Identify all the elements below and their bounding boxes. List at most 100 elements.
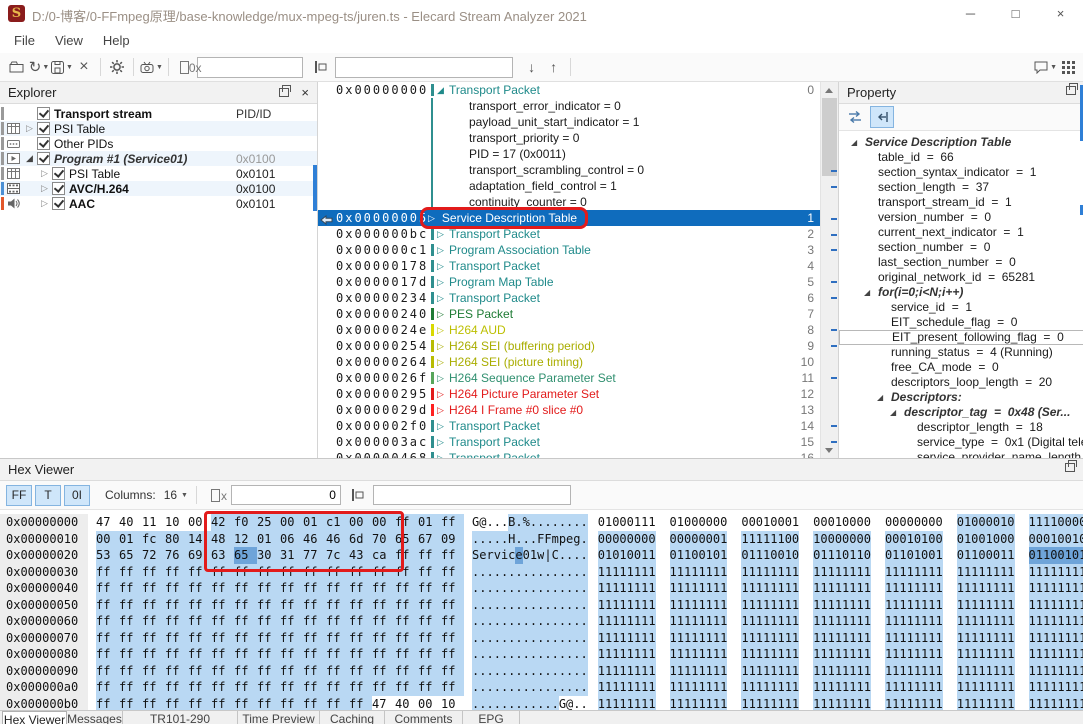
expander-collapsed-icon[interactable]: ▷ — [437, 258, 444, 274]
packet-row-transport-packet[interactable]: 0x00000468▷Transport Packet16 — [318, 450, 838, 458]
packet-row-transport-packet[interactable]: 0x00000178▷Transport Packet4 — [318, 258, 838, 274]
property-row[interactable]: transport_stream_id = 1 — [839, 195, 1083, 210]
expander-collapsed-icon[interactable]: ▷ — [437, 450, 444, 458]
grid-menu-icon[interactable] — [1057, 56, 1079, 78]
float-panel-icon[interactable] — [279, 88, 289, 97]
settings-gear-icon[interactable] — [106, 56, 128, 78]
expander-collapsed-icon[interactable]: ▷ — [428, 210, 435, 226]
collapse-expand-icon[interactable] — [870, 106, 894, 128]
expander-collapsed-icon[interactable]: ▷ — [437, 242, 444, 258]
tab-hex-viewer[interactable]: Hex Viewer — [2, 711, 67, 724]
property-row[interactable]: version_number = 0 — [839, 210, 1083, 225]
packet-field[interactable]: payload_unit_start_indicator = 1 — [433, 114, 838, 130]
packet-row-h264-sei-picture-timing[interactable]: 0x00000264▷H264 SEI (picture timing)10 — [318, 354, 838, 370]
expander-collapsed-icon[interactable]: ▷ — [437, 354, 444, 370]
columns-value[interactable]: 16 — [164, 488, 177, 502]
expander-collapsed-icon[interactable]: ▷ — [437, 434, 444, 450]
packet-row-program-map-table[interactable]: 0x0000017d▷Program Map Table5 — [318, 274, 838, 290]
close-file-icon[interactable]: × — [73, 56, 95, 78]
packet-row-program-association-table[interactable]: 0x000000c1▷Program Association Table3 — [318, 242, 838, 258]
expander-expanded-icon[interactable]: ◢ — [851, 138, 857, 147]
property-row[interactable]: ◢Service Description Table — [839, 135, 1083, 150]
explorer-row-avc-h-264[interactable]: ▷AVC/H.2640x0100 — [0, 181, 317, 196]
expander-collapsed-icon[interactable]: ▷ — [437, 290, 444, 306]
follow-selection-icon[interactable] — [843, 106, 867, 128]
expander-collapsed-icon[interactable]: ▷ — [437, 418, 444, 434]
packet-field[interactable]: PID = 17 (0x0011) — [433, 146, 838, 162]
scroll-up-arrow-icon[interactable] — [821, 82, 838, 98]
checkbox[interactable] — [52, 197, 65, 210]
reopen-icon[interactable]: ↻▼ — [28, 56, 50, 78]
property-row[interactable]: ◢for(i=0;i<N;i++) — [839, 285, 1083, 300]
tab-epg[interactable]: EPG — [463, 711, 520, 724]
packet-row-h264-sei-buffering-period[interactable]: 0x00000254▷H264 SEI (buffering period)9 — [318, 338, 838, 354]
comments-icon[interactable]: ▼ — [1033, 56, 1057, 78]
save-icon[interactable]: ▼ — [50, 56, 73, 78]
find-prev-button[interactable]: ↑ — [543, 56, 565, 78]
property-row[interactable]: running_status = 4 (Running) — [839, 345, 1083, 360]
expander-expanded-icon[interactable]: ◢ — [24, 153, 35, 164]
expander-collapsed-icon[interactable]: ▷ — [437, 306, 444, 322]
expander-collapsed-icon[interactable]: ▷ — [39, 168, 50, 179]
packet-row-transport-packet[interactable]: 0x000002f0▷Transport Packet14 — [318, 418, 838, 434]
open-file-icon[interactable] — [6, 56, 28, 78]
expander-collapsed-icon[interactable]: ▷ — [437, 370, 444, 386]
property-row[interactable]: descriptors_loop_length = 20 — [839, 375, 1083, 390]
hex-row[interactable]: 0x00000080ffffffffffffffffffffffffffffff… — [0, 646, 1083, 663]
tab-comments[interactable]: Comments — [385, 711, 463, 724]
packet-field[interactable]: transport_error_indicator = 0 — [433, 98, 838, 114]
property-row[interactable]: original_network_id = 65281 — [839, 270, 1083, 285]
property-row[interactable]: last_section_number = 0 — [839, 255, 1083, 270]
expander-expanded-icon[interactable]: ◢ — [890, 408, 896, 417]
property-row[interactable]: section_number = 0 — [839, 240, 1083, 255]
scrollbar-thumb[interactable] — [822, 98, 837, 176]
property-row[interactable]: current_next_indicator = 1 — [839, 225, 1083, 240]
tab-tr101-290[interactable]: TR101-290 — [123, 711, 238, 724]
hex-row[interactable]: 0x00000090ffffffffffffffffffffffffffffff… — [0, 663, 1083, 680]
tab-time-preview[interactable]: Time Preview — [238, 711, 320, 724]
checkbox[interactable] — [37, 137, 50, 150]
menu-help[interactable]: Help — [93, 31, 140, 50]
chevron-down-icon[interactable]: ▼ — [181, 492, 188, 499]
property-row[interactable]: free_CA_mode = 0 — [839, 360, 1083, 375]
property-row[interactable]: section_syntax_indicator = 1 — [839, 165, 1083, 180]
hex-row[interactable]: 0x00000000474011100042f0250001c10000ff01… — [0, 514, 1083, 531]
expander-expanded-icon[interactable]: ◢ — [877, 393, 883, 402]
checkbox[interactable] — [52, 182, 65, 195]
hex-mode-button-t[interactable]: T — [35, 485, 61, 506]
hex-search-input[interactable] — [373, 485, 571, 505]
property-row[interactable]: ◢Descriptors: — [839, 390, 1083, 405]
explorer-row-psi-table[interactable]: ▷PSI Table0x0101 — [0, 166, 317, 181]
packet-row-h264-picture-parameter-set[interactable]: 0x00000295▷H264 Picture Parameter Set12 — [318, 386, 838, 402]
find-next-button[interactable]: ↓ — [521, 56, 543, 78]
tab-messages[interactable]: Messages — [67, 711, 123, 724]
expander-collapsed-icon[interactable]: ▷ — [437, 402, 444, 418]
property-row[interactable]: EIT_schedule_flag = 0 — [839, 315, 1083, 330]
explorer-row-other-pids[interactable]: Other PIDs — [0, 136, 317, 151]
packet-row-h264-aud[interactable]: 0x0000024e▷H264 AUD8 — [318, 322, 838, 338]
expander-collapsed-icon[interactable]: ▷ — [437, 386, 444, 402]
checkbox[interactable] — [37, 107, 50, 120]
float-panel-icon[interactable] — [1065, 463, 1075, 472]
hex-row[interactable]: 0x00000040ffffffffffffffffffffffffffffff… — [0, 580, 1083, 597]
expander-expanded-icon[interactable]: ◢ — [437, 82, 444, 98]
packet-row-pes-packet[interactable]: 0x00000240▷PES Packet7 — [318, 306, 838, 322]
expander-collapsed-icon[interactable]: ▷ — [39, 198, 50, 209]
search-input[interactable] — [335, 57, 513, 78]
packet-field[interactable]: transport_scrambling_control = 0 — [433, 162, 838, 178]
packet-row-h264-sequence-parameter-set[interactable]: 0x0000026f▷H264 Sequence Parameter Set11 — [318, 370, 838, 386]
hex-row[interactable]: 0x00000020536572766963653031777c43caffff… — [0, 547, 1083, 564]
property-row[interactable]: service_type = 0x1 (Digital tele... — [839, 435, 1083, 450]
hex-row[interactable]: 0x000000a0ffffffffffffffffffffffffffffff… — [0, 679, 1083, 696]
hex-row[interactable]: 0x00000060ffffffffffffffffffffffffffffff… — [0, 613, 1083, 630]
maximize-button[interactable]: □ — [993, 0, 1038, 28]
checkbox[interactable] — [37, 122, 50, 135]
expander-expanded-icon[interactable]: ◢ — [864, 288, 870, 297]
menu-file[interactable]: File — [4, 31, 45, 50]
close-panel-icon[interactable]: × — [301, 86, 309, 99]
goto-address-input[interactable] — [197, 57, 303, 78]
packet-field[interactable]: adaptation_field_control = 1 — [433, 178, 838, 194]
close-window-button[interactable]: × — [1038, 0, 1083, 28]
scroll-down-arrow-icon[interactable] — [821, 442, 838, 458]
hex-row[interactable]: 0x00000030ffffffffffffffffffffffffffffff… — [0, 564, 1083, 581]
